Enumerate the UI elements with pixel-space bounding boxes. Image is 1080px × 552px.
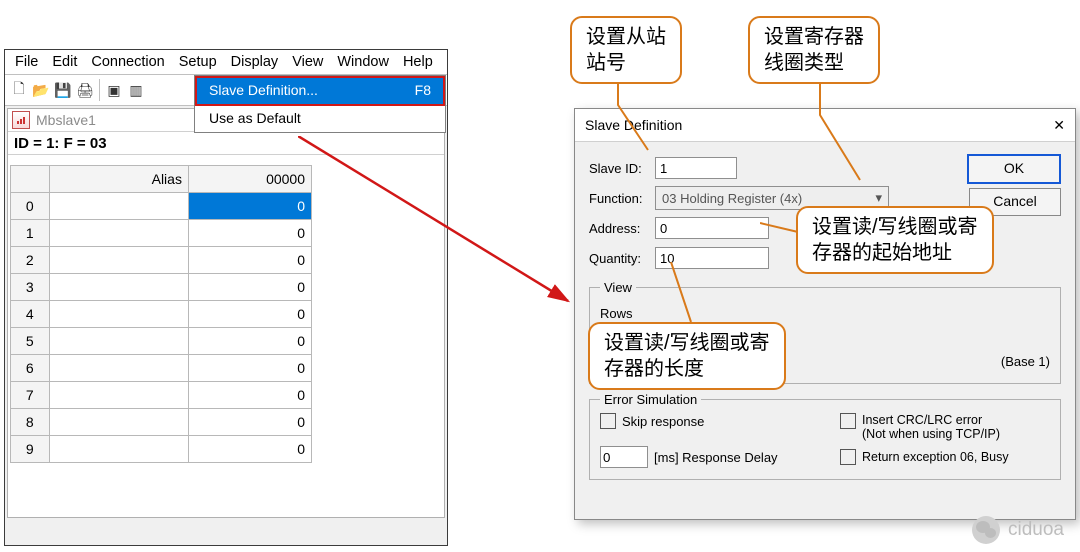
menu-edit[interactable]: Edit	[46, 52, 83, 72]
function-value: 03 Holding Register (4x)	[662, 191, 802, 206]
row-header[interactable]: 3	[11, 274, 50, 301]
base1-label: (Base 1)	[1001, 354, 1050, 369]
menu-display[interactable]: Display	[225, 52, 285, 72]
cell-alias[interactable]	[49, 301, 188, 328]
row-header[interactable]: 0	[11, 193, 50, 220]
skip-response-checkbox[interactable]	[600, 413, 616, 429]
slave-id-label: Slave ID:	[589, 161, 655, 176]
menu-window[interactable]: Window	[331, 52, 395, 72]
data-grid[interactable]: Alias 00000 00102030405060708090	[10, 165, 442, 517]
grid-corner	[11, 166, 50, 193]
child-window: Mbslave1 ID = 1: F = 03 Alias 00000 0010…	[7, 108, 445, 518]
row-header[interactable]: 2	[11, 247, 50, 274]
menu-file[interactable]: File	[9, 52, 44, 72]
dialog-title-text: Slave Definition	[585, 117, 682, 133]
cell-alias[interactable]	[49, 193, 188, 220]
cell-value[interactable]: 0	[188, 382, 311, 409]
ok-button[interactable]: OK	[967, 154, 1061, 184]
setup-dropdown: Slave Definition... F8 Use as Default	[194, 75, 446, 133]
cell-alias[interactable]	[49, 436, 188, 463]
cell-alias[interactable]	[49, 247, 188, 274]
slave-id-input[interactable]	[655, 157, 737, 179]
menu-view[interactable]: View	[286, 52, 329, 72]
menu-item-slave-definition[interactable]: Slave Definition... F8	[195, 76, 445, 104]
insert-crc-label: Insert CRC/LRC error(Not when using TCP/…	[862, 413, 1000, 441]
menu-item-label: Slave Definition...	[209, 82, 318, 98]
cell-value[interactable]: 0	[188, 301, 311, 328]
tool-icon-b[interactable]: ▥	[126, 80, 146, 100]
close-icon[interactable]: ✕	[1053, 117, 1065, 134]
error-sim-legend: Error Simulation	[600, 392, 701, 407]
menu-connection[interactable]: Connection	[85, 52, 170, 72]
row-header[interactable]: 6	[11, 355, 50, 382]
toolbar-divider	[99, 79, 100, 101]
cell-alias[interactable]	[49, 382, 188, 409]
response-delay-input[interactable]	[600, 446, 648, 468]
row-header[interactable]: 9	[11, 436, 50, 463]
child-info: ID = 1: F = 03	[8, 132, 444, 155]
chevron-down-icon: ▾	[875, 190, 882, 206]
cell-value[interactable]: 0	[188, 328, 311, 355]
menu-bar: File Edit Connection Setup Display View …	[5, 50, 447, 75]
cell-alias[interactable]	[49, 274, 188, 301]
watermark: ciduoa	[972, 516, 1064, 544]
tool-icon-a[interactable]: ▣	[104, 80, 124, 100]
cell-value[interactable]: 0	[188, 409, 311, 436]
cell-value[interactable]: 0	[188, 436, 311, 463]
callout-function: 设置寄存器 线圈类型	[748, 16, 880, 84]
menu-item-accel: F8	[415, 82, 431, 98]
return-exception-checkbox[interactable]	[840, 449, 856, 465]
child-window-icon	[12, 111, 30, 129]
col-alias[interactable]: Alias	[49, 166, 188, 193]
watermark-text: ciduoa	[1008, 519, 1064, 541]
callout-address: 设置读/写线圈或寄 存器的起始地址	[796, 206, 994, 274]
callout-slave-id: 设置从站 站号	[570, 16, 682, 84]
return-exception-label: Return exception 06, Busy	[862, 450, 1009, 464]
quantity-input[interactable]	[655, 247, 769, 269]
main-window: File Edit Connection Setup Display View …	[4, 49, 448, 546]
slave-definition-dialog: Slave Definition ✕ OK Cancel Slave ID: F…	[574, 108, 1076, 520]
error-sim-group: Error Simulation Skip response Insert CR…	[589, 392, 1061, 480]
cell-value[interactable]: 0	[188, 274, 311, 301]
cell-alias[interactable]	[49, 355, 188, 382]
row-header[interactable]: 8	[11, 409, 50, 436]
row-header[interactable]: 4	[11, 301, 50, 328]
save-icon[interactable]: 💾	[53, 80, 73, 100]
row-header[interactable]: 5	[11, 328, 50, 355]
row-header[interactable]: 7	[11, 382, 50, 409]
address-input[interactable]	[655, 217, 769, 239]
response-delay-label: [ms] Response Delay	[654, 450, 778, 465]
open-file-icon[interactable]: 📂	[31, 80, 51, 100]
cell-value[interactable]: 0	[188, 193, 311, 220]
dialog-title-bar: Slave Definition ✕	[575, 109, 1075, 142]
callout-quantity: 设置读/写线圈或寄 存器的长度	[588, 322, 786, 390]
cell-alias[interactable]	[49, 328, 188, 355]
cell-value[interactable]: 0	[188, 247, 311, 274]
print-icon[interactable]: 🖨	[75, 80, 95, 100]
function-label: Function:	[589, 191, 655, 206]
row-header[interactable]: 1	[11, 220, 50, 247]
menu-setup[interactable]: Setup	[173, 52, 223, 72]
skip-response-label: Skip response	[622, 414, 704, 429]
wechat-icon	[972, 516, 1000, 544]
cell-alias[interactable]	[49, 409, 188, 436]
menu-item-use-default[interactable]: Use as Default	[195, 104, 445, 132]
address-label: Address:	[589, 221, 655, 236]
child-title-text: Mbslave1	[36, 112, 96, 128]
cell-value[interactable]: 0	[188, 355, 311, 382]
cell-alias[interactable]	[49, 220, 188, 247]
view-legend: View	[600, 280, 636, 295]
new-file-icon[interactable]: 🗋	[9, 80, 29, 100]
menu-item-label: Use as Default	[209, 110, 301, 126]
insert-crc-checkbox[interactable]	[840, 413, 856, 429]
quantity-label: Quantity:	[589, 251, 655, 266]
rows-label: Rows	[600, 306, 633, 321]
menu-help[interactable]: Help	[397, 52, 439, 72]
col-address[interactable]: 00000	[188, 166, 311, 193]
cell-value[interactable]: 0	[188, 220, 311, 247]
